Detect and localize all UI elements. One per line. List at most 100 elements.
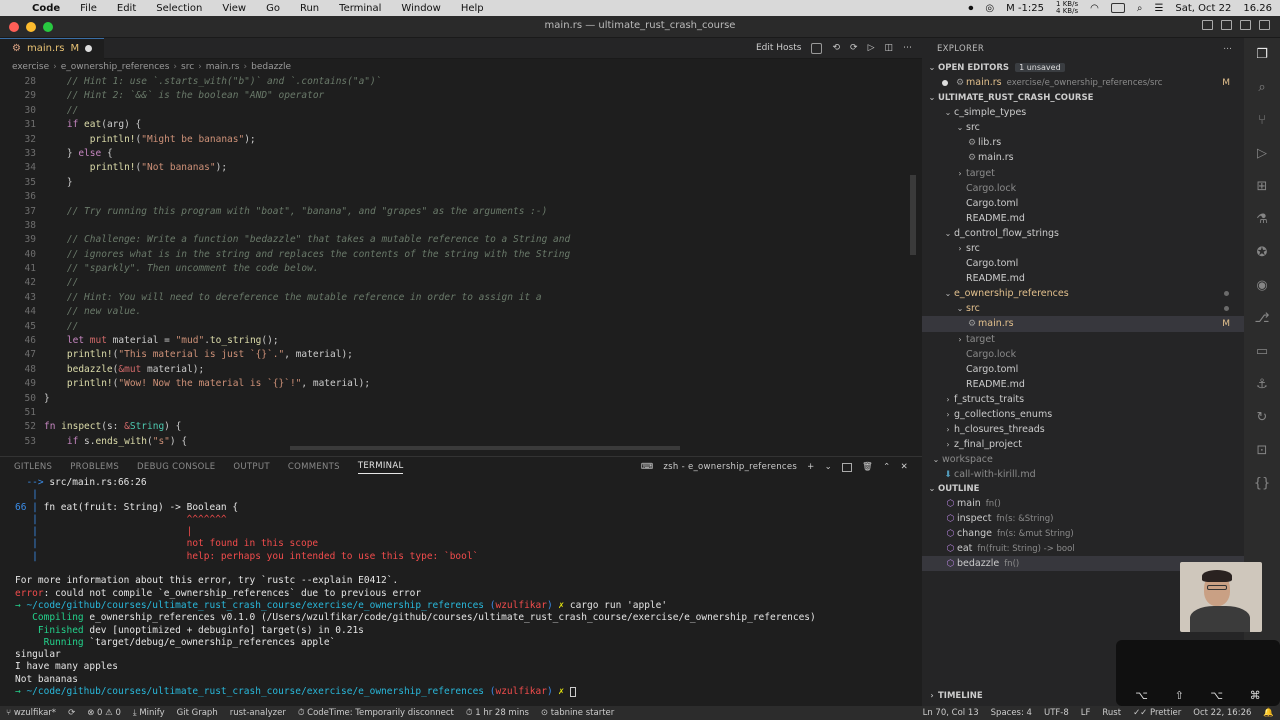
tree-item[interactable]: README.md — [922, 377, 1244, 392]
menubar-time[interactable]: 16.26 — [1243, 3, 1272, 14]
menu-file[interactable]: File — [70, 3, 107, 14]
code-line[interactable]: 40 // ignores what is in the string and … — [0, 248, 912, 262]
tree-item[interactable]: ⚙ main.rs — [922, 150, 1244, 165]
tree-item[interactable]: › src — [922, 241, 1244, 256]
code-line[interactable]: 33 } else { — [0, 147, 912, 161]
status-icon[interactable]: ◎ — [985, 3, 994, 14]
problems-count[interactable]: ⊗ 0 ⚠ 0 — [81, 708, 127, 718]
tree-item[interactable]: › target — [922, 332, 1244, 347]
unsaved-dot-icon[interactable] — [942, 79, 948, 86]
sync-icon[interactable]: ⟳ — [62, 708, 81, 718]
breadcrumb-src[interactable]: src — [181, 62, 194, 72]
tree-item[interactable]: › g_collections_enums — [922, 407, 1244, 422]
outline-item[interactable]: ⬡ main fn() — [922, 496, 1244, 511]
unsaved-dot-icon[interactable] — [85, 45, 93, 52]
code-line[interactable]: 36 — [0, 190, 912, 204]
control-center-icon[interactable]: ☰ — [1154, 3, 1163, 14]
terminal-dropdown-icon[interactable]: ⌄ — [825, 462, 832, 472]
tree-item[interactable]: ⚙ main.rs M — [922, 316, 1244, 332]
tree-item[interactable]: Cargo.toml — [922, 362, 1244, 377]
scrollbar-thumb[interactable] — [910, 175, 916, 255]
bookmarks-icon[interactable]: ⊡ — [1244, 434, 1280, 467]
tree-item[interactable]: Cargo.lock — [922, 181, 1244, 196]
code-line[interactable]: 48 bedazzle(&mut material); — [0, 363, 912, 377]
rust-analyzer-status[interactable]: rust-analyzer — [224, 708, 292, 718]
search-icon[interactable]: ⌕ — [1244, 71, 1280, 104]
battery-time[interactable]: M -1:25 — [1006, 3, 1044, 14]
cursor-position[interactable]: Ln 70, Col 13 — [917, 708, 985, 718]
tab-output[interactable]: OUTPUT — [233, 462, 269, 472]
menu-edit[interactable]: Edit — [107, 3, 146, 14]
new-terminal-icon[interactable]: + — [807, 462, 814, 472]
tree-item[interactable]: ⚙ lib.rs — [922, 135, 1244, 150]
indentation[interactable]: Spaces: 4 — [985, 708, 1038, 718]
remote-explorer-icon[interactable]: ▭ — [1244, 335, 1280, 368]
menu-help[interactable]: Help — [451, 3, 494, 14]
tree-item[interactable]: README.md — [922, 211, 1244, 226]
split-terminal-icon[interactable] — [842, 462, 853, 472]
code-line[interactable]: 47 println!("This material is just `{}`.… — [0, 348, 912, 362]
menu-run[interactable]: Run — [290, 3, 329, 14]
prettier-status[interactable]: ✓✓ Prettier — [1127, 708, 1187, 718]
menu-app[interactable]: Code — [22, 3, 70, 14]
tab-comments[interactable]: COMMENTS — [288, 462, 340, 472]
tree-item[interactable]: › h_closures_threads — [922, 422, 1244, 437]
extensions-icon[interactable]: ⊞ — [1244, 170, 1280, 203]
code-line[interactable]: 32 println!("Might be bananas"); — [0, 133, 912, 147]
split-editor-icon[interactable]: ◫ — [884, 43, 893, 53]
code-line[interactable]: 46 let mut material = "mud".to_string(); — [0, 334, 912, 348]
docker-icon[interactable]: ⚓ — [1244, 368, 1280, 401]
tree-item[interactable]: ⌄ c_simple_types — [922, 105, 1244, 120]
menubar-date[interactable]: Sat, Oct 22 — [1175, 3, 1231, 14]
code-line[interactable]: 52 fn inspect(s: &String) { — [0, 420, 912, 434]
tree-item[interactable]: Cargo.lock — [922, 347, 1244, 362]
code-editor[interactable]: 28 // Hint 1: use `.starts_with("b")` an… — [0, 75, 912, 456]
testing-icon[interactable]: ⚗ — [1244, 203, 1280, 236]
breadcrumb-exercise[interactable]: exercise — [12, 62, 49, 72]
run-icon[interactable]: ▷ — [868, 43, 875, 53]
breadcrumb-file[interactable]: main.rs — [206, 62, 240, 72]
toggle-panel-icon[interactable] — [1221, 20, 1232, 30]
code-line[interactable]: 51 — [0, 406, 912, 420]
language-mode[interactable]: Rust — [1096, 708, 1127, 718]
line-endings[interactable]: LF — [1075, 708, 1097, 718]
terminal-name[interactable]: zsh - e_ownership_references — [663, 462, 797, 472]
code-line[interactable]: 43 // Hint: You will need to dereference… — [0, 291, 912, 305]
compare-icon[interactable] — [811, 42, 823, 54]
code-line[interactable]: 28 // Hint 1: use `.starts_with("b")` an… — [0, 75, 912, 89]
screen-record-icon[interactable]: ⏺ — [968, 3, 973, 14]
outline-header[interactable]: ⌄ OUTLINE — [922, 481, 1244, 496]
battery-icon[interactable] — [1110, 3, 1125, 13]
tab-problems[interactable]: PROBLEMS — [70, 462, 119, 472]
code-line[interactable]: 44 // new value. — [0, 305, 912, 319]
maximize-panel-icon[interactable]: ⌃ — [883, 462, 890, 472]
copilot-icon[interactable]: ✪ — [1244, 236, 1280, 269]
tree-item[interactable]: Cargo.toml — [922, 196, 1244, 211]
notifications-icon[interactable]: 🔔 — [1257, 708, 1280, 718]
tree-item[interactable]: ⌄ e_ownership_references — [922, 286, 1244, 301]
close-panel-icon[interactable]: ✕ — [901, 462, 908, 472]
minify-button[interactable]: ⤓ Minify — [127, 708, 171, 718]
code-line[interactable]: 29 // Hint 2: `&&` is the boolean "AND" … — [0, 89, 912, 103]
menu-view[interactable]: View — [212, 3, 256, 14]
outline-item[interactable]: ⬡ inspect fn(s: &String) — [922, 511, 1244, 526]
breadcrumb-folder[interactable]: e_ownership_references — [61, 62, 170, 72]
github-icon[interactable]: ◉ — [1244, 269, 1280, 302]
search-icon[interactable]: ⌕ — [1137, 3, 1143, 14]
outline-item[interactable]: ⬡ eat fn(fruit: String) -> bool — [922, 541, 1244, 556]
code-line[interactable]: 38 — [0, 219, 912, 233]
tree-item[interactable]: ⌄ d_control_flow_strings — [922, 226, 1244, 241]
tab-terminal[interactable]: TERMINAL — [357, 461, 404, 474]
code-line[interactable]: 35 } — [0, 176, 912, 190]
outline-item[interactable]: ⬡ change fn(s: &mut String) — [922, 526, 1244, 541]
menu-terminal[interactable]: Terminal — [329, 3, 391, 14]
toggle-primary-sidebar-icon[interactable] — [1202, 20, 1213, 30]
code-line[interactable]: 34 println!("Not bananas"); — [0, 161, 912, 175]
wifi-icon[interactable]: ◠ — [1090, 3, 1099, 14]
tree-item[interactable]: Cargo.toml — [922, 256, 1244, 271]
gitlens-icon[interactable]: ⎇ — [1244, 302, 1280, 335]
code-line[interactable]: 49 println!("Wow! Now the material is `{… — [0, 377, 912, 391]
breadcrumb-symbol[interactable]: bedazzle — [251, 62, 291, 72]
code-line[interactable]: 39 // Challenge: Write a function "bedaz… — [0, 233, 912, 247]
explorer-icon[interactable]: ❐ — [1244, 38, 1280, 71]
